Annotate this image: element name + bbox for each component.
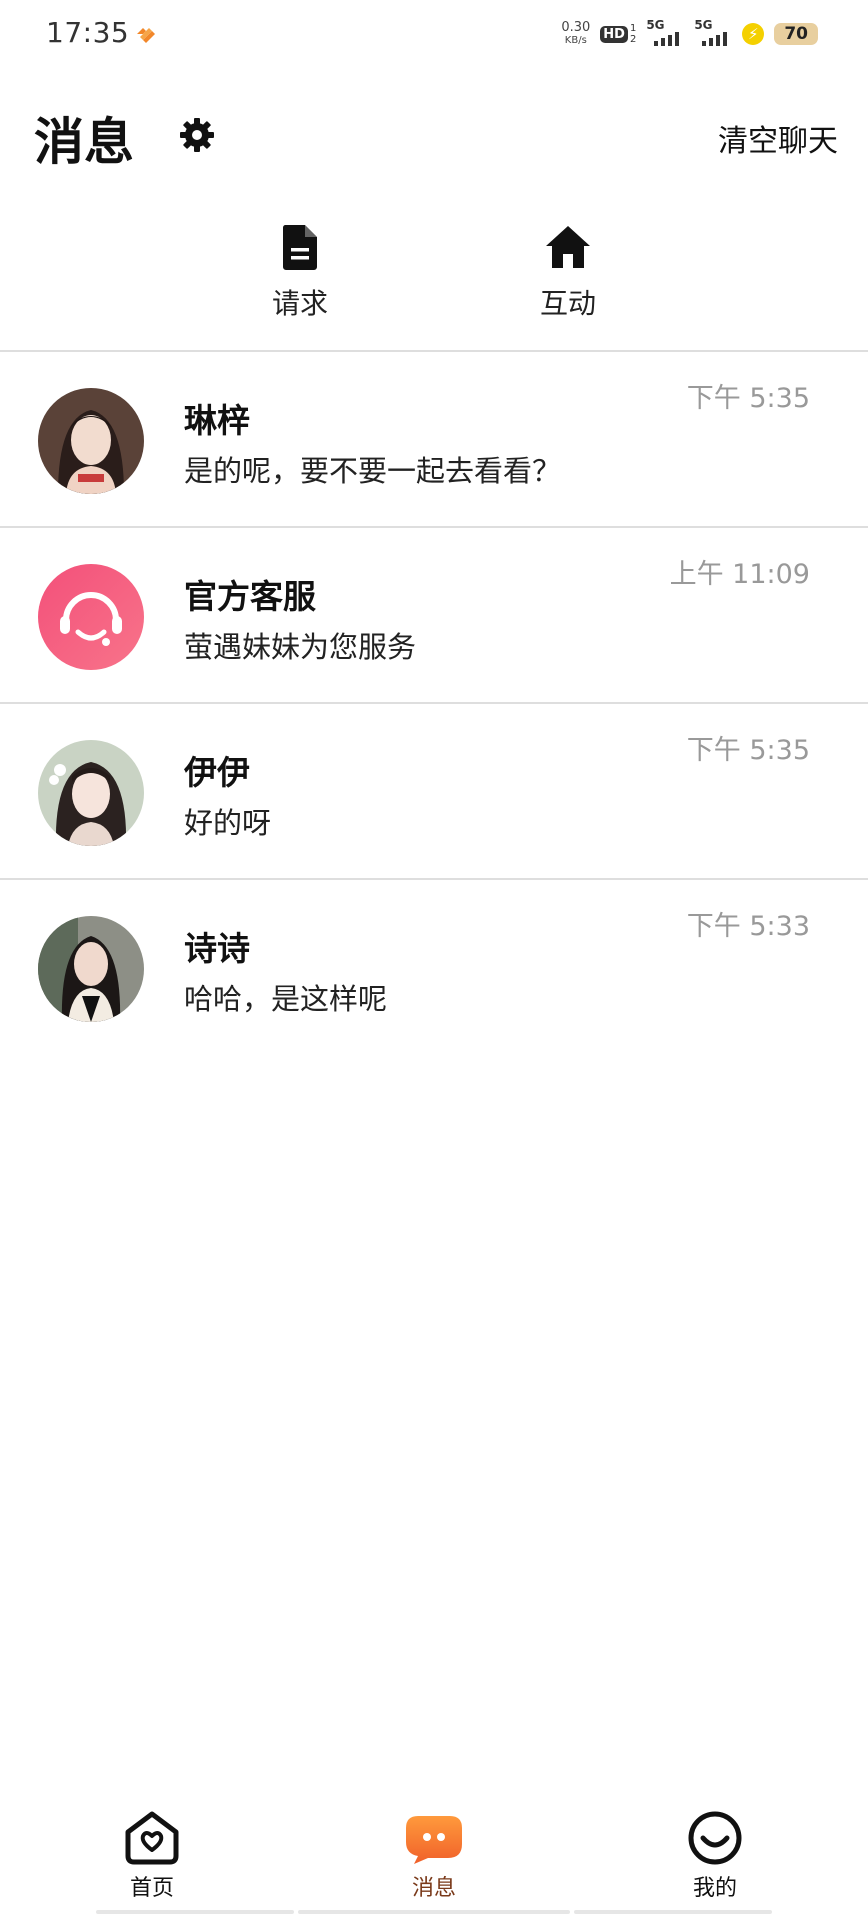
conversation-row[interactable]: 伊伊 好的呀 下午 5:35 [0,704,868,878]
requests-tab[interactable]: 请求 [240,222,360,322]
interactions-tab[interactable]: 互动 [508,222,628,322]
document-icon [282,225,317,270]
nav-messages-label: 消息 [411,1876,456,1901]
status-time: 17:35 [46,16,130,49]
nav-profile[interactable]: 我的 [660,1810,770,1902]
last-message: 哈哈，是这样呢 [184,982,388,1016]
network-speed: 0.30 KB/s [561,21,590,47]
network-speed-unit: KB/s [564,35,587,46]
status-bar: 17:35 0.30 KB/s HD 1 2 5G 5G ⚡ 70 [0,0,868,68]
chat-bubble-icon [406,1816,462,1864]
nav-messages[interactable]: 消息 [379,1810,489,1902]
message-time: 下午 5:33 [686,911,810,942]
hd-voice-indicator: HD 1 2 [600,23,636,45]
conversation-row[interactable]: 琳梓 是的呢，要不要一起去看看？ 下午 5:35 [0,352,868,526]
signal-5g-icon: 5G [646,18,684,48]
avatar [38,916,144,1022]
last-message: 是的呢，要不要一起去看看？ [184,454,562,488]
hd-label: HD [600,25,628,43]
app-notification-icon [137,28,155,43]
status-indicators: 0.30 KB/s HD 1 2 5G 5G ⚡ 70 [561,18,818,50]
contact-name: 伊伊 [184,753,250,792]
requests-tab-label: 请求 [271,287,328,320]
charging-icon: ⚡ [742,23,765,45]
gear-icon[interactable] [177,115,217,155]
gesture-bar-segment [298,1910,570,1914]
contact-name: 官方客服 [184,577,316,616]
conversation-row[interactable]: 诗诗 哈哈，是这样呢 下午 5:33 [0,880,868,1054]
interactions-tab-label: 互动 [539,287,596,320]
last-message: 萤遇妹妹为您服务 [184,630,417,664]
last-message: 好的呀 [184,806,272,840]
message-time: 下午 5:35 [686,735,810,766]
customer-service-avatar [38,564,144,670]
home-heart-icon [125,1811,179,1865]
message-time: 下午 5:35 [686,383,810,414]
nav-home-label: 首页 [129,1876,174,1901]
page-header: 消息 清空聊天 [0,90,868,180]
page-title: 消息 [34,113,134,171]
message-time: 上午 11:09 [669,559,810,590]
hd-sim-numbers: 1 2 [629,23,637,45]
conversation-row[interactable]: 官方客服 萤遇妹妹为您服务 上午 11:09 [0,528,868,702]
contact-name: 诗诗 [184,929,250,968]
contact-name: 琳梓 [184,401,250,440]
bottom-navigation: 首页 消息 我的 [0,1780,868,1920]
nav-profile-label: 我的 [692,1876,737,1901]
gesture-bar-segment [574,1910,772,1914]
clear-chat-button[interactable]: 清空聊天 [718,116,838,160]
avatar [38,740,144,846]
signal-2-label: 5G [694,18,713,32]
home-icon [546,226,590,268]
avatar [38,388,144,494]
signal-5g-secondary-icon: 5G [694,18,732,48]
battery-indicator: 70 [774,23,818,45]
smiley-icon [688,1811,742,1865]
gesture-bar-segment [96,1910,294,1914]
network-speed-value: 0.30 [561,20,591,35]
signal-1-label: 5G [646,18,665,32]
nav-home[interactable]: 首页 [97,1810,207,1902]
